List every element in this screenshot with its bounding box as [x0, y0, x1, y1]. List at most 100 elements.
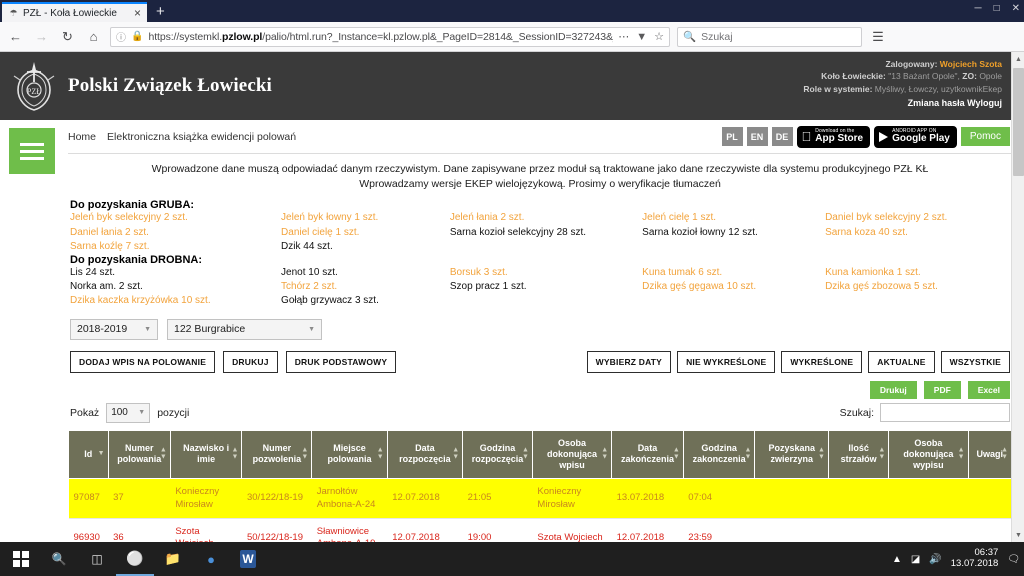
- chevron-up-icon[interactable]: ▲: [892, 554, 902, 565]
- lang-pl-button[interactable]: PL: [721, 127, 743, 146]
- help-button[interactable]: Pomoc: [960, 127, 1010, 146]
- logout-link[interactable]: Wyloguj: [967, 98, 1002, 108]
- firefox-icon[interactable]: ⚪: [116, 542, 154, 576]
- browser-navbar: ← → ↻ ⌂ ⓘ 🔒 https://systemkl.pzlow.pl/pa…: [0, 22, 1024, 52]
- volume-icon[interactable]: 🔊: [929, 554, 941, 565]
- col-end-time[interactable]: Godzina zakonczenia ▲ ▼: [682, 429, 756, 480]
- col-surname-name[interactable]: Nazwisko i imie ▲ ▼: [169, 429, 243, 480]
- reload-icon[interactable]: ↻: [58, 27, 77, 46]
- col-start-time[interactable]: Godzina rozpoczęcia ▲ ▼: [462, 429, 533, 480]
- lang-en-button[interactable]: EN: [746, 127, 768, 146]
- chrome-icon[interactable]: ●: [192, 542, 230, 576]
- roles-label: Role w systemie:: [803, 83, 873, 94]
- browser-tabstrip: ☂ PZŁ - Koła Łowieckie × + ─ □ ✕: [0, 0, 1024, 22]
- current-button[interactable]: AKTUALNE: [868, 350, 935, 373]
- app-store-badge[interactable]:  Download on the App Store: [796, 125, 871, 148]
- minimize-icon[interactable]: ─: [974, 3, 981, 15]
- col-shots-count[interactable]: Ilość strzałów ▲ ▼: [827, 429, 890, 480]
- sort-arrows-icon: ▲ ▼: [159, 447, 167, 461]
- quota-item: Sarna kozioł selekcyjny 28 szt.: [449, 226, 587, 238]
- hamburger-menu-icon[interactable]: [9, 128, 55, 174]
- change-password-link[interactable]: Zmiana hasła: [908, 98, 965, 108]
- not-crossed-button[interactable]: NIE WYKREŚLONE: [677, 350, 776, 373]
- crossed-button[interactable]: WYKREŚLONE: [781, 350, 863, 373]
- apple-icon: : [802, 130, 812, 143]
- page-length-select[interactable]: 100 ▼: [106, 402, 151, 423]
- scroll-up-icon[interactable]: ▲: [1012, 52, 1024, 66]
- scrollbar-thumb[interactable]: [1013, 68, 1024, 176]
- word-icon[interactable]: W: [240, 550, 256, 568]
- add-hunt-entry-button[interactable]: DODAJ WPIS NA POLOWANIE: [70, 350, 216, 373]
- cell-remarks: [968, 478, 1012, 519]
- search-input[interactable]: [880, 403, 1010, 423]
- quota-item: Sarna koza 40 szt.: [825, 226, 908, 238]
- col-harvested-game[interactable]: Pozyskana zwierzyna ▲ ▼: [754, 429, 829, 480]
- browser-window: ☂ PZŁ - Koła Łowieckie × + ─ □ ✕ ← → ↻ ⌂…: [0, 0, 1024, 576]
- sort-arrows-icon: ▲ ▼: [1001, 447, 1008, 461]
- col-entry-person[interactable]: Osoba dokonująca wpisu ▲ ▼: [531, 429, 613, 480]
- back-arrow-icon[interactable]: ←: [6, 27, 25, 46]
- breadcrumb-home[interactable]: Home: [68, 131, 96, 143]
- col-exit-person[interactable]: Osoba dokonująca wypisu ▲ ▼: [888, 429, 969, 480]
- export-print-button[interactable]: Drukuj: [869, 380, 917, 399]
- window-close-icon[interactable]: ✕: [1012, 3, 1020, 15]
- notification-icon[interactable]: 🗨: [1007, 554, 1020, 565]
- filter-buttons: WYBIERZ DATY NIE WYKREŚLONE WYKREŚLONE A…: [581, 350, 1010, 373]
- close-icon[interactable]: ×: [134, 7, 141, 19]
- browser-search-box[interactable]: 🔍 Szukaj: [677, 26, 862, 47]
- quota-item: Lis 24 szt.: [70, 267, 116, 278]
- page-scrollbar[interactable]: ▲ ▼: [1011, 52, 1024, 542]
- star-icon[interactable]: ☆: [654, 30, 664, 43]
- forward-arrow-icon[interactable]: →: [32, 27, 51, 46]
- windows-start-icon[interactable]: [2, 542, 40, 576]
- pocket-icon[interactable]: ▼: [636, 31, 647, 43]
- lang-de-button[interactable]: DE: [771, 127, 793, 146]
- cell-entry-person: Konieczny Mirosław: [532, 478, 612, 519]
- print-button[interactable]: DRUKUJ: [223, 350, 278, 373]
- season-select[interactable]: 2018-2019 ▼: [70, 318, 158, 340]
- search-placeholder: Szukaj: [701, 30, 733, 43]
- col-remarks[interactable]: Uwagi ▲ ▼: [967, 429, 1013, 480]
- basic-print-button[interactable]: DRUK PODSTAWOWY: [285, 350, 397, 373]
- quota-item: Norka am. 2 szt.: [70, 281, 143, 293]
- select-dates-button[interactable]: WYBIERZ DATY: [586, 350, 672, 373]
- export-pdf-button[interactable]: PDF: [923, 380, 961, 399]
- task-view-icon[interactable]: ◫: [78, 542, 116, 576]
- table-row[interactable]: 97087 37 Konieczny Mirosław 30/122/18-19…: [68, 478, 1012, 519]
- maximize-icon[interactable]: □: [994, 3, 1000, 15]
- scroll-down-icon[interactable]: ▼: [1012, 528, 1024, 542]
- breadcrumb-current[interactable]: Elektroniczna książka ewidencji polowań: [107, 131, 296, 143]
- plus-icon[interactable]: +: [147, 2, 174, 22]
- browser-tab[interactable]: ☂ PZŁ - Koła Łowieckie ×: [2, 2, 147, 22]
- info-circle-icon[interactable]: ⓘ: [116, 29, 126, 44]
- folder-icon[interactable]: 📁: [154, 542, 192, 576]
- col-start-date[interactable]: Data rozpoczęcia ▲ ▼: [386, 429, 464, 480]
- area-select[interactable]: 122 Burgrabice ▼: [167, 318, 322, 340]
- taskbar-search-icon[interactable]: 🔍: [40, 542, 78, 576]
- taskbar-clock[interactable]: 06:37 13.07.2018: [951, 547, 999, 570]
- url-text: https://systemkl.pzlow.pl/palio/html.run…: [148, 30, 614, 43]
- cell-hunt-place: Sławniowice Ambona-A-19: [311, 518, 388, 542]
- col-hunt-number[interactable]: Numer polowania ▲ ▼: [107, 429, 171, 480]
- all-button[interactable]: WSZYSTKIE: [940, 350, 1010, 373]
- quota-item: Dzika gęś gęgawa 10 szt.: [642, 281, 757, 293]
- col-end-date[interactable]: Data zakończenia ▲ ▼: [611, 429, 684, 480]
- export-excel-button[interactable]: Excel: [967, 380, 1010, 399]
- col-hunt-place[interactable]: Miejsce polowania ▲ ▼: [311, 429, 388, 480]
- network-icon[interactable]: ◪: [911, 554, 920, 565]
- col-id[interactable]: Id ▼: [68, 429, 109, 480]
- home-icon[interactable]: ⌂: [84, 27, 103, 46]
- cell-id: 96930: [68, 518, 109, 542]
- sort-arrows-icon: ▲ ▼: [376, 447, 384, 461]
- hamburger-icon[interactable]: ☰: [869, 29, 887, 45]
- cell-end-time: 23:59: [683, 518, 755, 542]
- col-permit-number[interactable]: Numer pozwolenia ▲ ▼: [241, 429, 313, 480]
- window-controls: ─ □ ✕: [974, 3, 1020, 15]
- ellipsis-icon[interactable]: ⋯: [618, 30, 629, 43]
- notice-line-2: Wprowadzamy wersje EKEP wielojęzykową. P…: [359, 178, 721, 191]
- url-bar[interactable]: ⓘ 🔒 https://systemkl.pzlow.pl/palio/html…: [110, 26, 670, 47]
- quota-item: Sarna koźlę 7 szt.: [70, 240, 150, 252]
- google-play-badge[interactable]: ANDROID APP ON Google Play: [874, 125, 957, 148]
- cell-permit-number: 30/122/18-19: [241, 478, 312, 519]
- table-row[interactable]: 96930 36 Szota Wojciech 50/122/18-19 Sła…: [68, 518, 1012, 542]
